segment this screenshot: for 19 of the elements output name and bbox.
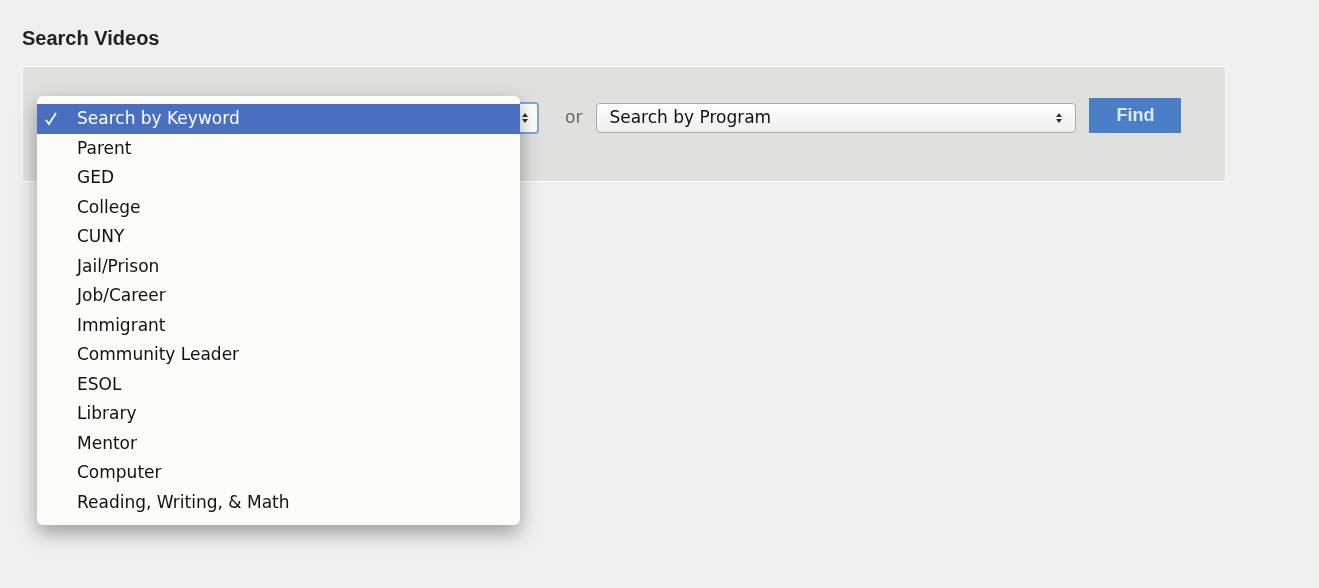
- checkmark-icon: [45, 111, 57, 126]
- menu-option[interactable]: Job/Career: [37, 281, 520, 311]
- menu-option[interactable]: Search by Keyword: [37, 104, 520, 134]
- menu-option[interactable]: CUNY: [37, 222, 520, 252]
- menu-option[interactable]: Mentor: [37, 428, 520, 458]
- menu-option[interactable]: GED: [37, 163, 520, 193]
- program-select[interactable]: Search by Program: [596, 103, 1077, 133]
- menu-option[interactable]: Community Leader: [37, 340, 520, 370]
- menu-option[interactable]: Library: [37, 399, 520, 429]
- updown-icon: [1055, 112, 1064, 124]
- menu-option[interactable]: Parent: [37, 133, 520, 163]
- menu-option[interactable]: Reading, Writing, & Math: [37, 487, 520, 517]
- menu-option[interactable]: College: [37, 192, 520, 222]
- menu-option[interactable]: Immigrant: [37, 310, 520, 340]
- menu-option[interactable]: Computer: [37, 458, 520, 488]
- or-label: or: [565, 106, 583, 130]
- menu-option[interactable]: Jail/Prison: [37, 251, 520, 281]
- menu-option[interactable]: ESOL: [37, 369, 520, 399]
- page-title: Search Videos: [22, 26, 160, 51]
